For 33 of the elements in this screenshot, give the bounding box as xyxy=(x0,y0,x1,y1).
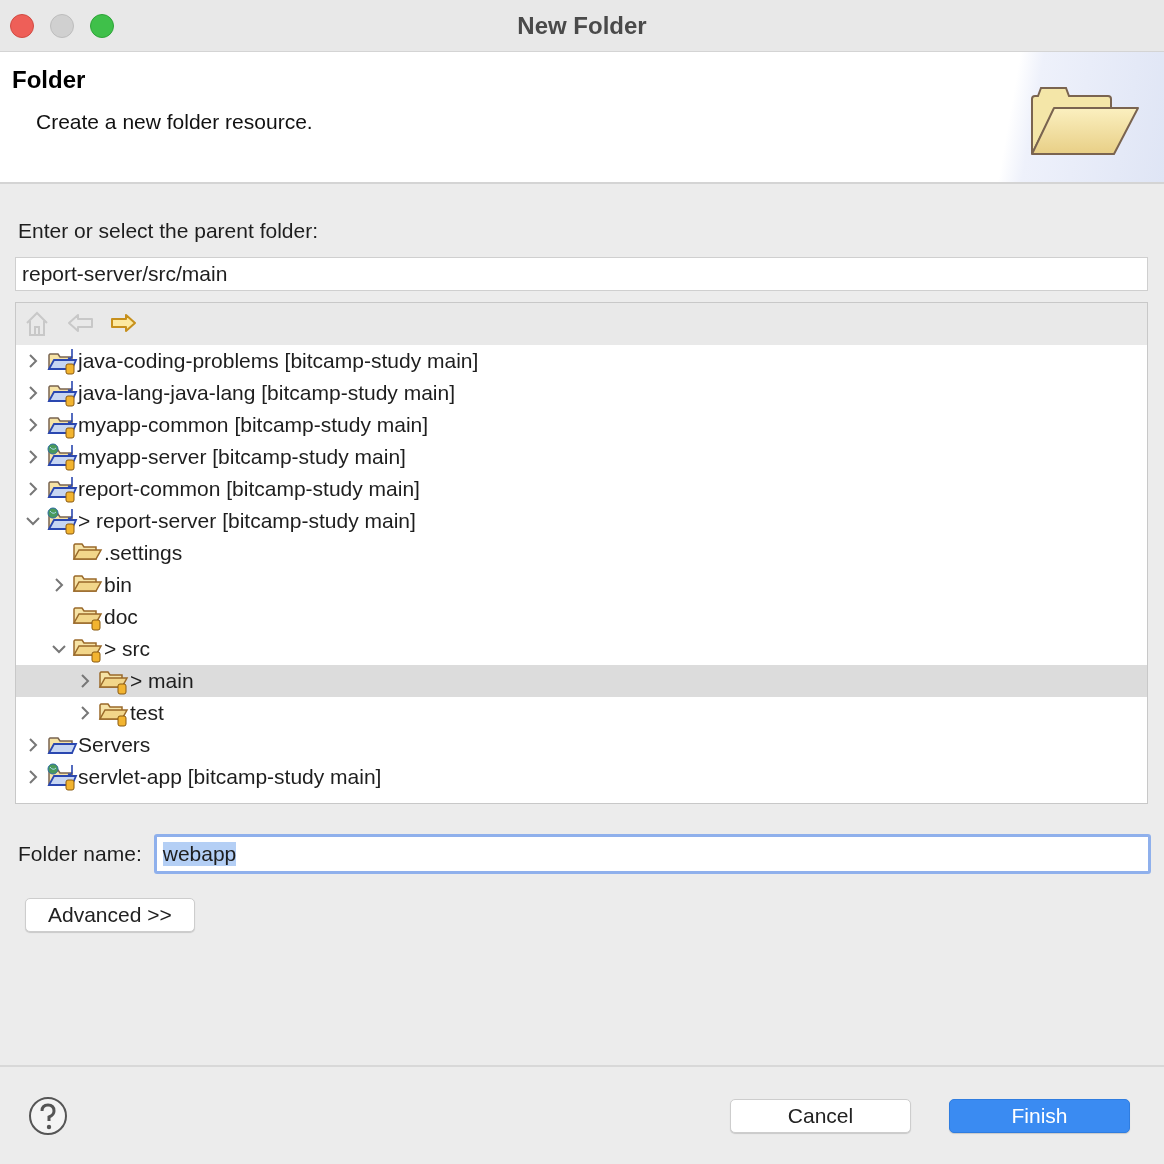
java-project-icon xyxy=(46,411,78,439)
web-project-icon xyxy=(46,507,78,535)
java-project-icon xyxy=(46,379,78,407)
tree-item[interactable]: servlet-app [bitcamp-study main] xyxy=(16,761,1147,793)
java-project-icon xyxy=(46,475,78,503)
tree-item[interactable]: java-coding-problems [bitcamp-study main] xyxy=(16,345,1147,377)
header-description: Create a new folder resource. xyxy=(35,110,313,134)
close-button[interactable] xyxy=(10,13,34,38)
tree-item[interactable]: .settings xyxy=(16,537,1147,569)
zoom-button[interactable] xyxy=(90,13,114,38)
tree-item[interactable]: doc xyxy=(16,601,1147,633)
help-icon[interactable] xyxy=(28,1095,68,1136)
web-project-icon xyxy=(46,763,78,791)
tree-item[interactable]: > src xyxy=(16,633,1147,665)
folder-name-field[interactable]: webapp xyxy=(153,834,1151,874)
tree-item[interactable]: > report-server [bitcamp-study main] xyxy=(16,505,1147,537)
tree-item[interactable]: bin xyxy=(16,569,1147,601)
tree-item[interactable]: java-lang-java-lang [bitcamp-study main] xyxy=(16,377,1147,409)
tree-item[interactable]: report-common [bitcamp-study main] xyxy=(16,473,1147,505)
tree-item[interactable]: test xyxy=(16,697,1147,729)
tree-item[interactable]: myapp-common [bitcamp-study main] xyxy=(16,409,1147,441)
folder-name-label: Folder name: xyxy=(18,842,142,866)
parent-folder-field[interactable]: report-server/src/main xyxy=(15,257,1148,291)
window-title: New Folder xyxy=(517,11,647,40)
tree-item[interactable]: Servers xyxy=(16,729,1147,761)
parent-folder-label: Enter or select the parent folder: xyxy=(18,219,319,243)
web-project-icon xyxy=(46,443,78,471)
tree-item[interactable]: myapp-server [bitcamp-study main] xyxy=(16,441,1147,473)
java-project-icon xyxy=(46,347,78,375)
cancel-button[interactable]: Cancel xyxy=(730,1098,911,1133)
advanced-button[interactable]: Advanced >> xyxy=(25,898,195,932)
header-title: Folder xyxy=(12,66,87,94)
tree-item[interactable]: > main xyxy=(16,665,1147,697)
